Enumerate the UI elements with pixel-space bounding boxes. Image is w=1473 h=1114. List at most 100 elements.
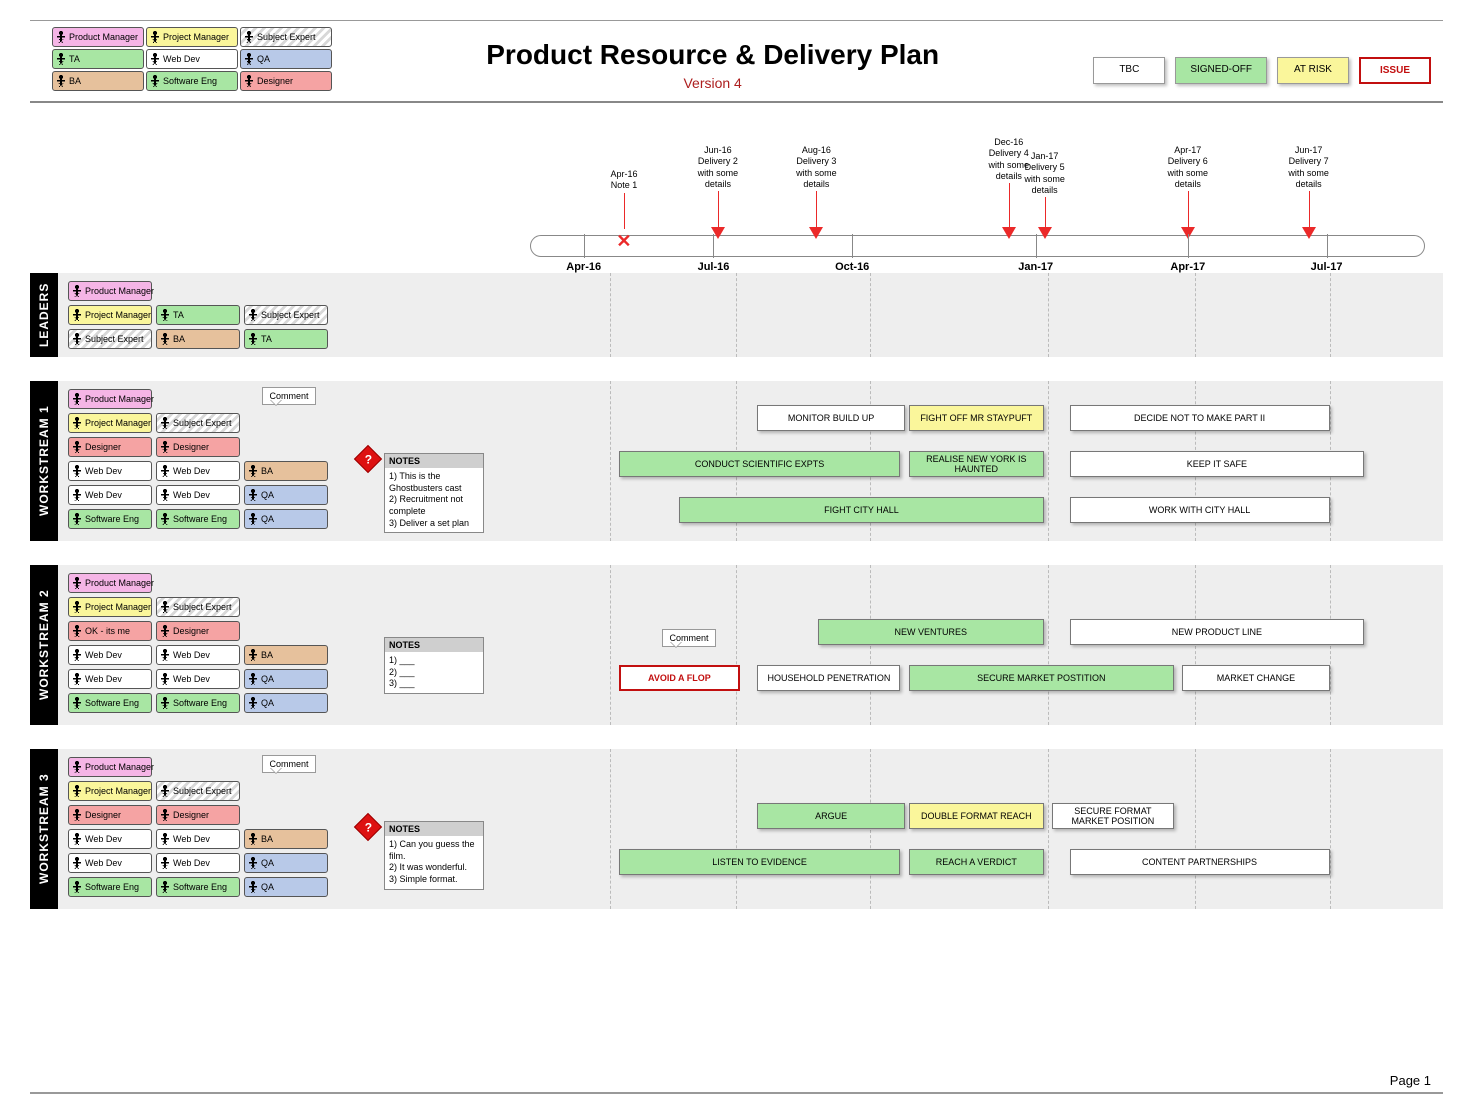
page-number: Page 1 [30, 1073, 1443, 1088]
milestone-caption: Jan-17Delivery 5with somedetails [1006, 151, 1084, 196]
milestone-stem [1188, 191, 1189, 229]
role-subject-expert: Subject Expert [156, 781, 240, 801]
lane-label: WORKSTREAM 3 [30, 749, 58, 909]
gridline [1330, 273, 1331, 357]
timeline-bar: DOUBLE FORMAT REACH [909, 803, 1043, 829]
role-ba: BA [244, 645, 328, 665]
role-software-eng: Software Eng [156, 693, 240, 713]
role-web-dev: Web Dev [68, 853, 152, 873]
timeline-bar: LISTEN TO EVIDENCE [619, 849, 901, 875]
gridline [1048, 273, 1049, 357]
role-subject-expert: Subject Expert [68, 329, 152, 349]
role-qa: QA [244, 485, 328, 505]
role-web-dev: Web Dev [68, 461, 152, 481]
legend-role-web-dev: Web Dev [146, 49, 238, 69]
role-software-eng: Software Eng [156, 509, 240, 529]
role-designer: Designer [156, 805, 240, 825]
gridline [870, 273, 871, 357]
role-ba: BA [244, 829, 328, 849]
timeline-bar: SECURE FORMAT MARKET POSITION [1052, 803, 1173, 829]
gridline [736, 565, 737, 725]
axis-label: Apr-16 [566, 261, 601, 273]
role-qa: QA [244, 693, 328, 713]
gridline [736, 273, 737, 357]
gridline [1330, 565, 1331, 725]
notes-title: NOTES [385, 638, 483, 652]
notes-title: NOTES [385, 454, 483, 468]
milestone-caption: Jun-17Delivery 7with somedetails [1270, 145, 1348, 190]
role-web-dev: Web Dev [68, 669, 152, 689]
timeline-bar: DECIDE NOT TO MAKE PART II [1070, 405, 1330, 431]
axis-tick [584, 234, 585, 258]
gridline [1048, 749, 1049, 909]
gridline [610, 273, 611, 357]
role-designer: Designer [68, 805, 152, 825]
role-designer: Designer [156, 621, 240, 641]
notes-title: NOTES [385, 822, 483, 836]
milestone-caption: Apr-17Delivery 6with somedetails [1149, 145, 1227, 190]
role-web-dev: Web Dev [68, 645, 152, 665]
gridline [736, 749, 737, 909]
role-designer: Designer [68, 437, 152, 457]
axis-label: Jan-17 [1018, 261, 1053, 273]
timeline-bar: REACH A VERDICT [909, 849, 1043, 875]
gridline [1195, 749, 1196, 909]
notes-body: 1) This is the Ghostbusters cast2) Recru… [385, 468, 483, 532]
axis-label: Jul-17 [1311, 261, 1343, 273]
status-legend: TBCSIGNED-OFFAT RISKISSUE [1093, 57, 1431, 84]
role-product-manager: Product Manager [68, 281, 152, 301]
role-project-manager: Project Manager [68, 413, 152, 433]
axis-tick [1327, 234, 1328, 258]
role-subject-expert: Subject Expert [156, 597, 240, 617]
milestone-arrow-icon [1302, 227, 1316, 246]
comment-bubble: Comment [262, 755, 316, 773]
legend-role-subject-expert: Subject Expert [240, 27, 332, 47]
timeline-bar: REALISE NEW YORK IS HAUNTED [909, 451, 1043, 477]
lane-label: LEADERS [30, 273, 58, 357]
role-ba: BA [156, 329, 240, 349]
role-subject-expert: Subject Expert [156, 413, 240, 433]
page-title: Product Resource & Delivery Plan [332, 39, 1093, 71]
role-qa: QA [244, 509, 328, 529]
milestone-stem [718, 191, 719, 229]
role-product-manager: Product Manager [68, 389, 152, 409]
axis-tick [852, 234, 853, 258]
role-ta: TA [156, 305, 240, 325]
gridline [1048, 565, 1049, 725]
role-web-dev: Web Dev [68, 485, 152, 505]
lane-label: WORKSTREAM 1 [30, 381, 58, 541]
timeline-bar: FIGHT CITY HALL [679, 497, 1043, 523]
lane-body: Product Manager Project ManagerSubject Ex… [58, 381, 1443, 541]
gridline [1048, 381, 1049, 541]
role-project-manager: Project Manager [68, 305, 152, 325]
milestone-arrow-icon [1002, 227, 1016, 246]
status-tbc: TBC [1093, 57, 1165, 84]
role-web-dev: Web Dev [156, 645, 240, 665]
role-web-dev: Web Dev [156, 461, 240, 481]
status-issue: ISSUE [1359, 57, 1431, 84]
milestone-x-icon: ✕ [616, 231, 631, 252]
axis-label: Oct-16 [835, 261, 869, 273]
timeline-bar: HOUSEHOLD PENETRATION [757, 665, 900, 691]
axis-label: Apr-17 [1170, 261, 1205, 273]
swimlanes: LEADERSProduct ManagerProject ManagerTAS… [30, 273, 1443, 1043]
gridline [1330, 749, 1331, 909]
gridline [1195, 273, 1196, 357]
timeline-axis [530, 235, 1425, 257]
timeline-bar: AVOID A FLOP [619, 665, 740, 691]
version-label: Version 4 [332, 75, 1093, 91]
lane-workstream-1: WORKSTREAM 1 Product Manager Project Manag… [30, 381, 1443, 541]
notes-body: 1) ___2) ___3) ___ [385, 652, 483, 693]
axis-tick [1036, 234, 1037, 258]
role-software-eng: Software Eng [68, 877, 152, 897]
notes-box: NOTES1) This is the Ghostbusters cast2) … [384, 453, 484, 533]
legend-role-qa: QA [240, 49, 332, 69]
role-designer: Designer [156, 437, 240, 457]
gridline [1195, 565, 1196, 725]
legend-role-software-eng: Software Eng [146, 71, 238, 91]
gridline [610, 381, 611, 541]
role-web-dev: Web Dev [156, 853, 240, 873]
lane-leaders: LEADERS Product Manager Project ManagerTAS… [30, 273, 1443, 357]
milestone-caption: Jun-16Delivery 2with somedetails [679, 145, 757, 190]
timeline-bar: MONITOR BUILD UP [757, 405, 904, 431]
